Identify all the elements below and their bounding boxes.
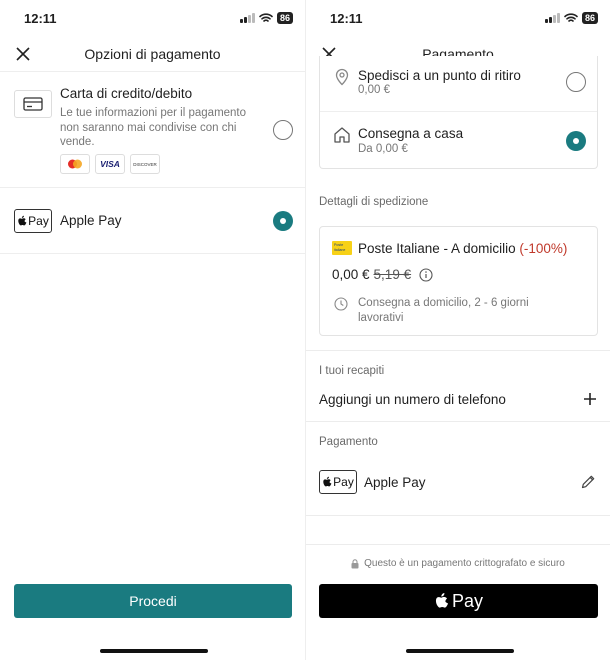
apple-icon bbox=[323, 476, 332, 487]
payment-method-row[interactable]: Pay Apple Pay bbox=[306, 465, 610, 501]
card-description-line: non saranno mai condivise con chi bbox=[60, 121, 237, 134]
payment-options-screen: 12:11 86 Opzioni di pagamento Carta di c… bbox=[0, 0, 305, 660]
apple-pay-badge: Pay bbox=[319, 470, 357, 494]
apple-icon bbox=[435, 593, 449, 608]
home-indicator bbox=[100, 649, 208, 653]
status-time: 12:11 bbox=[330, 11, 363, 26]
payment-heading: Pagamento bbox=[319, 436, 378, 448]
secure-note: Questo è un pagamento crittografato e si… bbox=[364, 558, 565, 569]
old-shipping-price: 5,19 € bbox=[373, 267, 412, 282]
plus-icon[interactable] bbox=[583, 392, 597, 406]
poste-italiane-logo: Poste italiane bbox=[332, 241, 352, 255]
apple-pay-option[interactable]: Pay Apple Pay bbox=[0, 188, 305, 254]
delivery-eta: Consegna a domicilio, 2 - 6 giorni bbox=[358, 297, 529, 309]
mastercard-icon bbox=[60, 154, 90, 174]
apple-pay-badge-text: Pay bbox=[28, 214, 49, 228]
divider bbox=[306, 544, 610, 545]
wifi-icon bbox=[564, 13, 578, 22]
home-icon bbox=[334, 127, 350, 143]
add-phone-label: Aggiungi un numero di telefono bbox=[319, 392, 506, 407]
pickup-radio[interactable] bbox=[566, 72, 586, 92]
home-delivery-label: Consegna a casa bbox=[358, 126, 464, 141]
status-bar: 12:11 86 bbox=[306, 0, 610, 36]
status-bar: 12:11 86 bbox=[0, 0, 305, 36]
battery-icon: 86 bbox=[276, 12, 293, 24]
pickup-label: Spedisci a un punto di ritiro bbox=[358, 68, 521, 83]
apple-pay-button-text: Pay bbox=[451, 590, 484, 611]
carrier-card: Poste italiane Poste Italiane - A domici… bbox=[319, 226, 598, 336]
shipping-details-heading: Dettagli di spedizione bbox=[319, 196, 429, 208]
add-phone-row[interactable]: Aggiungi un numero di telefono bbox=[306, 385, 610, 415]
credit-card-icon bbox=[14, 90, 52, 118]
wifi-icon bbox=[259, 13, 273, 22]
proceed-button[interactable]: Procedi bbox=[14, 584, 292, 618]
location-pin-icon bbox=[335, 68, 349, 86]
apple-pay-radio[interactable] bbox=[273, 211, 293, 231]
discover-icon: DISCOVER bbox=[130, 154, 160, 174]
discount-label: (-100%) bbox=[519, 241, 568, 256]
visa-icon: VISA bbox=[95, 154, 125, 174]
pickup-price: 0,00 € bbox=[358, 84, 390, 96]
battery-icon: 86 bbox=[581, 12, 598, 24]
card-description-line: Le tue informazioni per il pagamento bbox=[60, 107, 247, 119]
checkout-screen: 12:11 86 Pagamento Spedisci a un punto d… bbox=[305, 0, 610, 660]
nav-bar: Opzioni di pagamento bbox=[0, 36, 305, 72]
apple-pay-badge: Pay bbox=[14, 209, 52, 233]
home-indicator bbox=[406, 649, 514, 653]
home-delivery-price: Da 0,00 € bbox=[358, 143, 408, 155]
pencil-icon[interactable] bbox=[580, 474, 596, 490]
signal-icon bbox=[544, 13, 560, 23]
shipping-price: 0,00 € bbox=[332, 267, 370, 282]
divider bbox=[306, 421, 610, 422]
delivery-options-card: Spedisci a un punto di ritiro 0,00 € Con… bbox=[319, 56, 598, 169]
card-description-line: vende. bbox=[60, 136, 95, 148]
apple-pay-button[interactable]: Pay bbox=[319, 584, 598, 618]
apple-icon bbox=[18, 215, 27, 226]
home-delivery-option[interactable]: Consegna a casa Da 0,00 € bbox=[320, 112, 597, 169]
divider bbox=[306, 515, 610, 516]
info-icon[interactable] bbox=[419, 267, 433, 282]
lock-icon bbox=[351, 558, 359, 568]
home-delivery-radio[interactable] bbox=[566, 131, 586, 151]
apple-pay-badge-text: Pay bbox=[333, 475, 354, 489]
card-option-label: Carta di credito/debito bbox=[60, 86, 193, 101]
delivery-eta: lavorativi bbox=[358, 312, 404, 324]
page-title: Opzioni di pagamento bbox=[84, 46, 221, 62]
payment-method-label: Apple Pay bbox=[364, 475, 426, 490]
carrier-name: Poste Italiane - A domicilio bbox=[358, 241, 516, 256]
card-option[interactable]: Carta di credito/debito Le tue informazi… bbox=[0, 72, 305, 188]
signal-icon bbox=[239, 13, 255, 23]
card-radio[interactable] bbox=[273, 120, 293, 140]
clock-icon bbox=[334, 297, 348, 311]
status-time: 12:11 bbox=[24, 11, 57, 26]
pickup-option[interactable]: Spedisci a un punto di ritiro 0,00 € bbox=[320, 56, 597, 112]
divider bbox=[306, 350, 610, 351]
apple-pay-label: Apple Pay bbox=[60, 213, 122, 228]
contacts-heading: I tuoi recapiti bbox=[319, 365, 385, 377]
